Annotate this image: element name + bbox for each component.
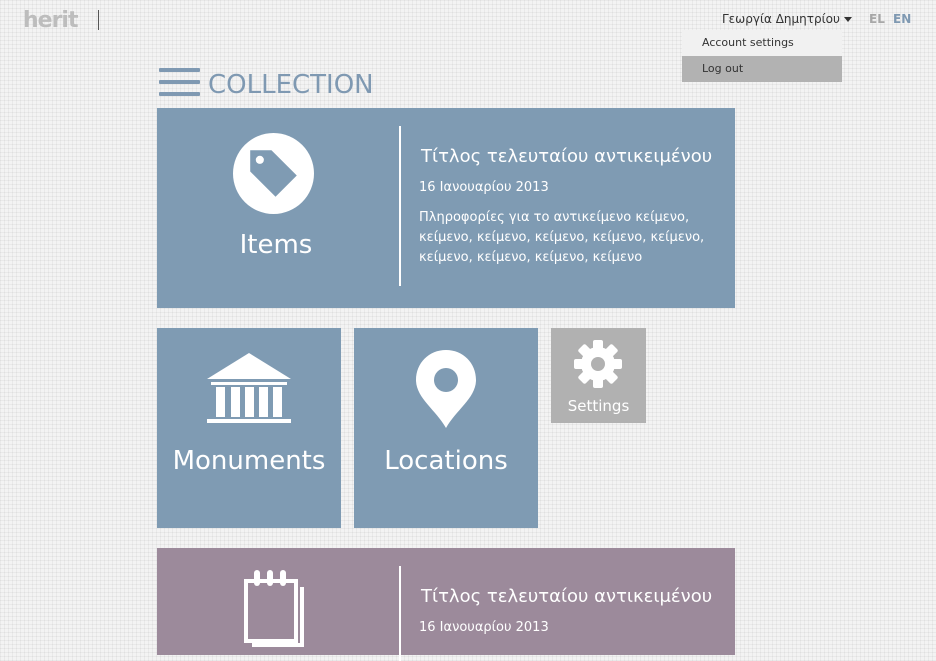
locations-label: Locations — [384, 446, 508, 476]
herit-logo[interactable]: herit — [23, 8, 78, 33]
gear-icon — [574, 340, 622, 388]
notepad-icon — [244, 570, 304, 647]
account-settings-menu-item[interactable]: Account settings — [682, 30, 842, 56]
items-tile[interactable]: Items Τίτλος τελευταίου αντικειμένου 16 … — [157, 108, 735, 308]
latest-item-date: 16 Ιανουαρίου 2013 — [419, 180, 549, 195]
settings-label: Settings — [567, 397, 630, 415]
latest-item-title[interactable]: Τίτλος τελευταίου αντικειμένου — [421, 146, 712, 167]
language-el[interactable]: EL — [869, 12, 885, 26]
latest-item-description: Πληροφορίες για το αντικείμενο κείμενο, … — [419, 210, 705, 265]
user-dropdown-menu: Account settings Log out — [682, 30, 842, 82]
notes-tile[interactable]: Τίτλος τελευταίου αντικειμένου 16 Ιανουα… — [157, 548, 735, 661]
monuments-label: Monuments — [172, 446, 326, 476]
latest-note-title[interactable]: Τίτλος τελευταίου αντικειμένου — [421, 586, 712, 607]
language-en[interactable]: EN — [893, 12, 911, 26]
tile-divider — [399, 126, 401, 286]
map-pin-icon — [416, 350, 476, 428]
monuments-tile[interactable]: Monuments — [157, 328, 341, 528]
user-name: Γεωργία Δημητρίου — [722, 12, 840, 26]
items-label: Items — [239, 230, 313, 260]
header-divider — [98, 10, 99, 30]
page-title: COLLECTION — [208, 70, 374, 100]
settings-tile[interactable]: Settings — [551, 328, 646, 423]
log-out-menu-item[interactable]: Log out — [682, 56, 842, 82]
latest-note-date: 16 Ιανουαρίου 2013 — [419, 620, 549, 635]
user-menu-toggle[interactable]: Γεωργία Δημητρίου — [722, 12, 852, 26]
hamburger-icon[interactable] — [159, 68, 200, 98]
tag-icon — [233, 133, 314, 214]
bank-icon — [207, 353, 291, 423]
caret-down-icon — [843, 17, 852, 22]
locations-tile[interactable]: Locations — [354, 328, 538, 528]
tile-divider — [399, 566, 401, 661]
